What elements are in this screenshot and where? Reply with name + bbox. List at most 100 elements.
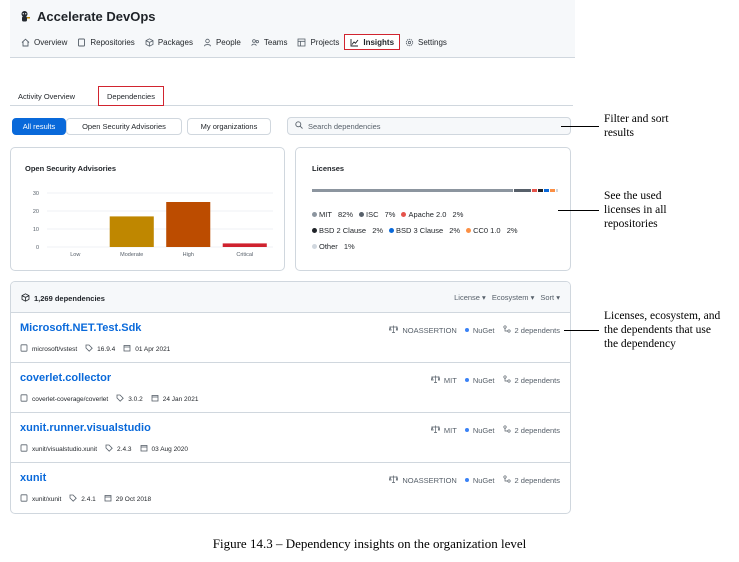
dependency-repo[interactable]: xunit/xunit [32,496,61,503]
dependency-name-link[interactable]: xunit [20,472,46,484]
dependency-dependents-link[interactable]: 2 dependents [515,326,560,335]
bsd2-dot-icon [312,228,317,233]
license-filter-dropdown[interactable]: License ▾ [454,293,486,302]
tab-dependencies[interactable]: Dependencies [98,86,164,106]
annotation-line-licenses [558,210,599,211]
repo-icon [20,344,28,354]
my-organizations-button[interactable]: My organizations [187,118,271,135]
license-legend-item: MIT 82% [312,210,353,219]
all-results-button[interactable]: All results [12,118,66,135]
license-name: MIT [319,210,332,219]
repo-icon [77,38,86,47]
dependency-license: MIT [443,375,457,385]
repo-icon [20,444,28,454]
dependency-repo[interactable]: microsoft/vstest [32,346,77,353]
nav-overview[interactable]: Overview [16,34,72,50]
dependency-row: Microsoft.NET.Test.Sdk microsoft/vstest … [11,313,570,363]
isc-dot-icon [359,212,365,217]
annotation-text: repositories [604,218,658,230]
cc0-dot-icon [466,228,472,233]
org-title: Accelerate DevOps [18,9,156,24]
nav-repositories[interactable]: Repositories [72,34,139,50]
dependency-info: MIT NuGet 2 dependents [430,425,560,435]
dependency-version: 2.4.3 [117,445,132,453]
licenses-legend-row-2: BSD 2 Clause 2% BSD 3 Clause 2% CC0 1.0 … [312,226,518,235]
search-icon [295,121,303,131]
search-input[interactable]: Search dependencies [287,117,571,135]
calendar-icon [123,344,131,354]
gear-icon [405,38,414,47]
annotation-filter: Filter and sort results [604,112,669,140]
dependency-count-label: 1,269 dependencies [34,294,105,303]
license-bar-segment [543,189,549,192]
dependency-date: 01 Apr 2021 [135,345,171,353]
nav-settings[interactable]: Settings [400,34,452,50]
dependency-ecosystem: NuGet [472,475,495,485]
nav-people[interactable]: People [198,34,246,50]
x-tick-label: Critical [236,252,253,258]
annotation-text: the dependency [604,338,676,350]
nav-projects[interactable]: Projects [292,34,344,50]
nav-teams[interactable]: Teams [246,34,293,50]
license-pct: 82% [338,210,354,219]
license-pct: 7% [384,210,396,219]
tag-icon [105,444,113,454]
nav-label: Projects [310,37,340,47]
nav-packages[interactable]: Packages [140,34,198,50]
sort-dropdown[interactable]: Sort ▾ [540,293,560,302]
bsd3-dot-icon [389,228,395,233]
ecosystem-filter-dropdown[interactable]: Ecosystem ▾ [492,293,535,302]
people-icon [251,38,260,47]
dependency-row: xunit xunit/xunit 2.4.1 29 Oct 2018 NOAS… [11,463,570,513]
license-bar-segment [537,189,543,192]
x-tick-label: Moderate [120,252,143,258]
dependents-icon [502,475,511,485]
license-pct: 2% [452,210,464,219]
nav-label: Settings [418,37,447,47]
security-advisories-filter-button[interactable]: Open Security Advisories [66,118,182,135]
annotation-text: results [604,127,635,139]
dependencies-header: 1,269 dependencies License ▾ Ecosystem ▾… [11,282,570,313]
dependency-date: 03 Aug 2020 [151,445,189,453]
table-icon [297,38,306,47]
dependency-name-link[interactable]: coverlet.collector [20,372,111,384]
dependency-license: NOASSERTION [402,475,457,485]
dropdown-label: License [454,293,480,302]
annotation-line-deps [564,330,599,331]
dependency-date: 24 Jan 2021 [162,395,199,403]
bar-moderate[interactable] [109,216,154,247]
person-icon [203,38,212,47]
y-tick-label: 10 [33,227,39,233]
tag-icon [116,394,125,404]
y-tick-label: 30 [33,191,39,197]
dependency-dependents-link[interactable]: 2 dependents [515,476,560,485]
apache-dot-icon [401,212,407,217]
bar-critical[interactable] [222,243,267,247]
annotation-text: Licenses, ecosystem, and [604,310,721,322]
org-nav: Overview Repositories Packages People Te… [16,34,452,50]
dependency-version: 3.0.2 [128,395,143,403]
license-name: ISC [366,210,379,219]
dependency-name-link[interactable]: Microsoft.NET.Test.Sdk [20,322,141,334]
ecosystem-dot-icon [464,428,469,432]
nav-insights[interactable]: Insights [344,34,401,50]
dependency-repo[interactable]: coverlet-coverage/coverlet [32,396,108,403]
licenses-legend-row-1: MIT 82% ISC 7% Apache 2.0 2% [312,210,463,219]
dependency-dependents-link[interactable]: 2 dependents [515,426,560,435]
tab-activity-overview[interactable]: Activity Overview [10,86,83,106]
dependencies-list: 1,269 dependencies License ▾ Ecosystem ▾… [10,281,571,514]
insights-subtabs: Activity Overview Dependencies [10,86,573,106]
bar-high[interactable] [166,202,211,247]
license-bar-segment [312,189,513,192]
annotation-text: licenses in all [604,204,667,216]
dependency-sort-controls: License ▾ Ecosystem ▾ Sort ▾ [454,293,560,302]
calendar-icon [151,394,159,404]
dependency-version: 16.9.4 [97,345,116,353]
dependency-dependents-link[interactable]: 2 dependents [515,376,560,385]
dependency-repo[interactable]: xunit/visualstudio.xunit [32,446,97,453]
repo-icon [20,494,28,504]
nav-label: Repositories [90,37,135,47]
package-icon [145,37,154,47]
dependency-name-link[interactable]: xunit.runner.visualstudio [20,422,151,434]
org-name[interactable]: Accelerate DevOps [37,9,156,24]
